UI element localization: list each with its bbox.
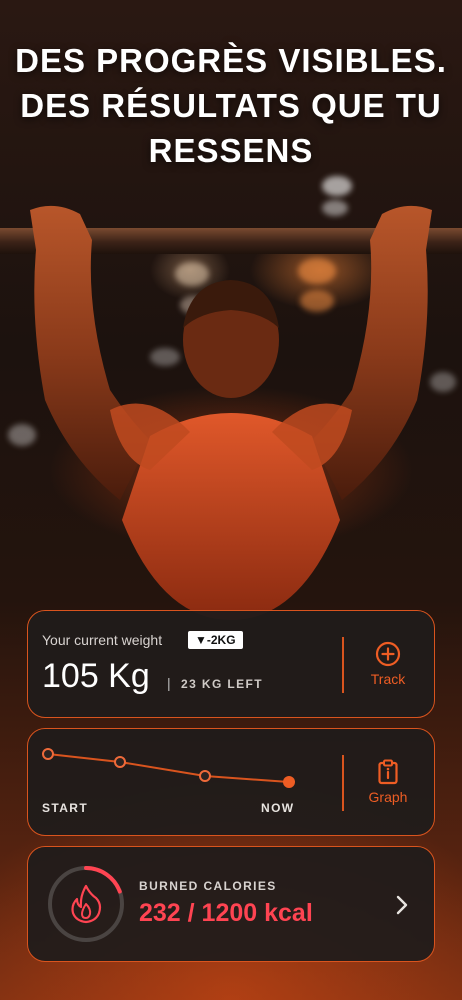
graph-point-current: [283, 776, 295, 788]
headline: DES PROGRÈS VISIBLES. DES RÉSULTATS QUE …: [15, 42, 447, 169]
graph-button-label: Graph: [368, 789, 408, 805]
track-button-label: Track: [370, 671, 406, 687]
plus-circle-icon: [375, 641, 401, 667]
graph-point: [114, 756, 126, 768]
burned-calories-card[interactable]: BURNED CALORIES 232 / 1200 kcal: [27, 846, 435, 962]
card-divider: [342, 637, 344, 693]
chevron-right-icon[interactable]: [392, 891, 412, 919]
weight-graph-card: START NOW Graph: [27, 728, 435, 836]
weight-separator: |: [167, 675, 171, 691]
current-weight-label: Your current weight: [42, 632, 163, 648]
weight-change-badge: ▼-2KG: [188, 631, 243, 649]
graph-button[interactable]: Graph: [352, 759, 424, 805]
current-weight-value: 105 Kg: [42, 657, 150, 695]
calorie-progress-ring: [48, 866, 124, 942]
weight-trend-graph: [42, 748, 295, 788]
current-weight-card: Your current weight ▼-2KG 105 Kg | 23 KG…: [27, 610, 435, 718]
graph-point: [42, 748, 54, 760]
clipboard-chart-icon: [378, 759, 398, 785]
athlete-figure: [30, 205, 432, 620]
weight-remaining: 23 KG LEFT: [181, 677, 264, 691]
burned-calories-label: BURNED CALORIES: [139, 879, 277, 893]
graph-start-label: START: [42, 801, 89, 815]
graph-now-label: NOW: [261, 801, 295, 815]
graph-point: [199, 770, 211, 782]
flame-icon: [71, 884, 102, 924]
weight-trend-line: [47, 753, 290, 783]
track-button[interactable]: Track: [352, 641, 424, 687]
bokeh-light: [322, 176, 352, 196]
card-divider: [342, 755, 344, 811]
burned-calories-value: 232 / 1200 kcal: [139, 899, 313, 927]
